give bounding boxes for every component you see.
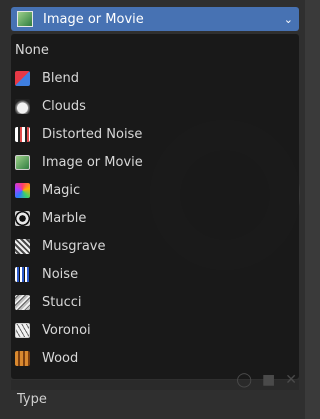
menu-item-label: Magic bbox=[42, 182, 81, 198]
menu-item-label: Voronoi bbox=[42, 322, 91, 338]
menu-item-label: Clouds bbox=[42, 98, 86, 114]
menu-item-label: Stucci bbox=[42, 294, 82, 310]
menu-item-musgrave[interactable]: Musgrave bbox=[11, 232, 299, 260]
clouds-texture-icon bbox=[15, 98, 30, 114]
menu-item-label: Blend bbox=[42, 70, 80, 86]
menu-item-label: Musgrave bbox=[42, 238, 106, 254]
menu-item-label: Noise bbox=[42, 266, 79, 282]
voronoi-texture-icon bbox=[15, 322, 30, 338]
type-label: Type bbox=[17, 392, 47, 407]
menu-item-none[interactable]: None bbox=[11, 36, 299, 64]
dropdown-selected-label: Image or Movie bbox=[43, 11, 144, 27]
menu-item-label: None bbox=[15, 42, 49, 58]
menu-item-magic[interactable]: Magic bbox=[11, 176, 299, 204]
texture-type-dropdown[interactable]: Image or Movie ⌄ bbox=[11, 7, 299, 31]
noise-texture-icon bbox=[15, 266, 30, 282]
menu-item-stucci[interactable]: Stucci bbox=[11, 288, 299, 316]
menu-item-label: Marble bbox=[42, 210, 87, 226]
menu-item-clouds[interactable]: Clouds bbox=[11, 92, 299, 120]
menu-item-voronoi[interactable]: Voronoi bbox=[11, 316, 299, 344]
magic-texture-icon bbox=[15, 182, 30, 198]
blend-texture-icon bbox=[15, 70, 30, 86]
menu-item-label: Image or Movie bbox=[42, 154, 143, 170]
image-or-movie-texture-icon bbox=[15, 154, 30, 170]
stucci-texture-icon bbox=[15, 294, 30, 310]
menu-item-marble[interactable]: Marble bbox=[11, 204, 299, 232]
menu-item-label: Distorted Noise bbox=[42, 126, 143, 142]
distorted-noise-texture-icon bbox=[15, 126, 30, 142]
chevron-down-icon: ⌄ bbox=[283, 12, 293, 26]
close-icon: ✕ bbox=[285, 372, 297, 388]
texture-datablock-controls: ◯ ■ ✕ bbox=[236, 372, 297, 388]
shield-icon: ◯ bbox=[236, 372, 253, 388]
menu-item-wood[interactable]: Wood bbox=[11, 344, 299, 372]
menu-item-image-or-movie[interactable]: Image or Movie bbox=[11, 148, 299, 176]
folder-icon: ■ bbox=[262, 372, 276, 388]
image-or-movie-texture-icon bbox=[17, 11, 33, 27]
menu-item-noise[interactable]: Noise bbox=[11, 260, 299, 288]
wood-texture-icon bbox=[15, 350, 30, 366]
musgrave-texture-icon bbox=[15, 238, 30, 254]
texture-type-panel: Image or Movie ⌄ None Blend Clouds Disto… bbox=[0, 0, 305, 419]
menu-item-blend[interactable]: Blend bbox=[11, 64, 299, 92]
texture-type-menu: None Blend Clouds Distorted Noise Image … bbox=[11, 34, 299, 379]
menu-item-distorted-noise[interactable]: Distorted Noise bbox=[11, 120, 299, 148]
marble-texture-icon bbox=[15, 210, 30, 226]
menu-item-label: Wood bbox=[42, 350, 79, 366]
